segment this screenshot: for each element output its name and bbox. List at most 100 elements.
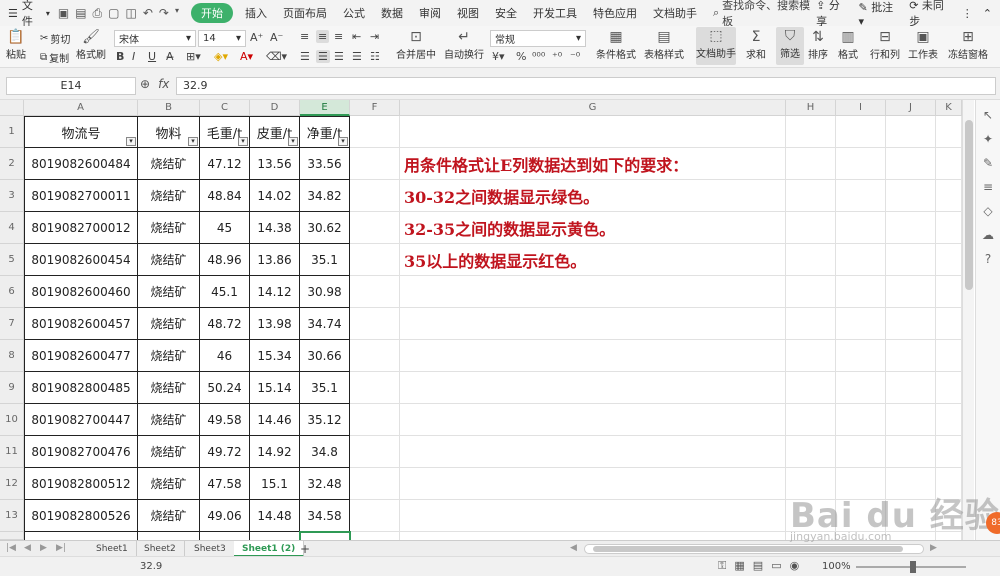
cell-tare-weight[interactable]: 15.34 [250,340,300,372]
customize-icon[interactable]: ▾ [175,6,179,21]
header-cell-gross-weight[interactable]: 毛重/t ▾ [200,116,250,148]
cell-gross-weight[interactable]: 49.58 [200,404,250,436]
column-header-g[interactable]: G [400,100,786,116]
empty-cell[interactable] [400,468,786,500]
open-icon[interactable]: ▤ [75,6,86,21]
row-header[interactable]: 1 [0,116,24,148]
paste-button[interactable]: 📋 粘贴 [6,28,26,61]
empty-cell[interactable] [886,404,936,436]
row-header[interactable]: 12 [0,468,24,500]
empty-cell[interactable] [936,340,962,372]
horizontal-scroll-thumb[interactable] [593,546,903,552]
scroll-right-icon[interactable]: ▶ [930,543,937,553]
row-header[interactable]: 5 [0,244,24,276]
empty-cell[interactable] [786,212,836,244]
row-header[interactable]: 11 [0,436,24,468]
cell-gross-weight[interactable]: 47.12 [200,148,250,180]
eraser-icon[interactable]: ⌫▾ [266,50,287,63]
cell-net-weight[interactable]: 34.74 [300,308,350,340]
empty-cell[interactable] [350,500,400,532]
last-sheet-icon[interactable]: ▶| [56,543,66,553]
page-break-icon[interactable]: ▤ [753,559,763,573]
column-header-c[interactable]: C [200,100,250,116]
currency-icon[interactable]: ¥▾ [492,50,505,63]
cell-material[interactable]: 烧结矿 [138,244,200,276]
cell-material[interactable]: 烧结矿 [138,340,200,372]
empty-cell[interactable] [400,436,786,468]
help-icon[interactable]: ? [985,252,991,266]
sheet-tab-1[interactable]: Sheet1 [88,541,137,557]
sync-button[interactable]: ⟳ 未同步 [909,0,952,29]
column-header-k[interactable]: K [936,100,962,116]
cell-material[interactable]: 烧结矿 [138,212,200,244]
select-all-corner[interactable] [0,100,24,116]
header-cell-logistics-no[interactable]: 物流号 ▾ [24,116,138,148]
cell-tare-weight[interactable]: 14.02 [250,180,300,212]
empty-cell[interactable] [886,180,936,212]
empty-cell[interactable] [350,244,400,276]
cell-logistics-no[interactable]: 8019082800485 [24,372,138,404]
cell-tare-weight[interactable]: 14.48 [250,500,300,532]
empty-cell[interactable] [886,276,936,308]
empty-cell[interactable] [400,276,786,308]
cell-material[interactable]: 烧结矿 [138,276,200,308]
column-header-e[interactable]: E [300,100,350,116]
column-header-d[interactable]: D [250,100,300,116]
empty-cell[interactable] [786,372,836,404]
cell-gross-weight[interactable]: 48.72 [200,308,250,340]
border-icon[interactable]: ⊞▾ [186,50,201,63]
cell-gross-weight[interactable]: 50.24 [200,372,250,404]
cell-material[interactable]: 烧结矿 [138,308,200,340]
empty-cell[interactable] [786,148,836,180]
empty-cell[interactable] [886,436,936,468]
empty-cell[interactable] [400,404,786,436]
empty-cell[interactable] [886,116,936,148]
empty-cell[interactable] [350,308,400,340]
empty-cell[interactable] [886,244,936,276]
empty-cell[interactable] [836,116,886,148]
empty-cell[interactable] [400,532,786,540]
column-header-h[interactable]: H [786,100,836,116]
empty-cell[interactable] [836,308,886,340]
pdf-icon[interactable]: ◫ [126,6,137,21]
cell-logistics-no[interactable]: 8019082800512 [24,468,138,500]
horizontal-scrollbar[interactable] [584,544,924,554]
cell-material[interactable]: 烧结矿 [138,404,200,436]
header-cell-material[interactable]: 物料 ▾ [138,116,200,148]
justify-icon[interactable]: ☰ [352,50,362,63]
freeze-panes-button[interactable]: ⊞ 冻结窗格 [948,28,988,61]
tab-data[interactable]: 数据 [373,5,411,21]
empty-cell[interactable] [350,116,400,148]
cell-tare-weight[interactable]: 15.14 [250,372,300,404]
row-header[interactable] [0,532,24,540]
command-search[interactable]: ⌕ 查找命令、搜索模板 [705,0,816,29]
empty-cell[interactable] [350,404,400,436]
sum-button[interactable]: Σ 求和 [746,28,766,61]
empty-cell[interactable] [936,244,962,276]
cell-gross-weight[interactable]: 49.72 [200,436,250,468]
empty-cell[interactable] [786,308,836,340]
empty-cell[interactable] [350,468,400,500]
cell-gross-weight[interactable]: 48.84 [200,180,250,212]
cell-tare-weight[interactable]: 13.86 [250,244,300,276]
filter-button[interactable]: ⛉ 筛选 [776,27,804,65]
protect-icon[interactable]: ⚿ [718,559,726,573]
empty-cell[interactable] [836,180,886,212]
empty-cell[interactable] [936,404,962,436]
empty-cell[interactable] [936,180,962,212]
row-header[interactable]: 9 [0,372,24,404]
copy-button[interactable]: ⧉ 复制 [40,50,69,65]
undo-icon[interactable]: ↶ [143,6,153,21]
empty-cell[interactable] [400,500,786,532]
cell-net-weight[interactable]: 35.1 [300,372,350,404]
filter-dropdown-icon[interactable]: ▾ [288,137,298,146]
filter-dropdown-icon[interactable]: ▾ [126,137,136,146]
empty-cell[interactable] [936,148,962,180]
cell-logistics-no[interactable]: 8019082800526 [24,500,138,532]
cell-tare-weight[interactable]: 14.92 [250,436,300,468]
column-header-b[interactable]: B [138,100,200,116]
conditional-format-button[interactable]: ▦ 条件格式 [596,28,636,61]
empty-cell[interactable] [836,340,886,372]
cut-button[interactable]: ✂ 剪切 [40,31,70,46]
fill-color-icon[interactable]: ◈▾ [214,50,228,63]
